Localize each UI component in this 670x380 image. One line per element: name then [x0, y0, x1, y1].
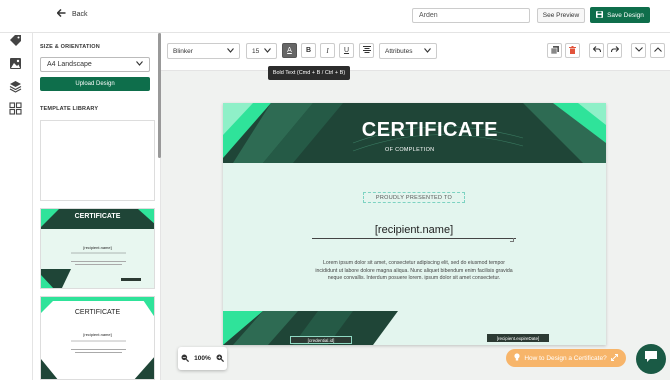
- chat-icon: [644, 350, 658, 368]
- chevron-down-icon: [136, 61, 143, 68]
- layers-icon[interactable]: [9, 80, 22, 93]
- size-orientation-heading: SIZE & ORIENTATION: [40, 44, 100, 50]
- recipient-name-field[interactable]: [recipient.name]: [312, 224, 516, 239]
- move-up-button[interactable]: [650, 43, 665, 58]
- zoom-level: 100%: [194, 355, 211, 362]
- font-size-value: 15: [252, 47, 260, 55]
- expire-date-field[interactable]: [recipient.expireDate]: [487, 334, 549, 342]
- presented-to-text[interactable]: PROUDLY PRESENTED TO: [363, 192, 465, 203]
- align-button[interactable]: [359, 43, 374, 58]
- size-orientation-select[interactable]: A4 Landscape: [40, 57, 150, 72]
- bold-tooltip: Bold Text (Cmd + B / Ctrl + B): [268, 66, 350, 80]
- text-color-icon: A: [287, 47, 292, 54]
- bold-icon: B: [305, 47, 312, 54]
- back-button[interactable]: Back: [56, 8, 88, 19]
- chat-button[interactable]: [636, 344, 666, 374]
- save-icon: [596, 10, 604, 20]
- design-name-input[interactable]: [412, 8, 530, 23]
- format-toolbar: Blinker 15 A B I U Attributes: [161, 33, 670, 71]
- zoom-in-icon[interactable]: [216, 354, 225, 364]
- attributes-label: Attributes: [385, 47, 413, 55]
- template-thumb-2-name: [recipient.name]: [83, 332, 112, 337]
- image-icon[interactable]: [9, 57, 22, 70]
- template-thumb-2[interactable]: CERTIFICATE [recipient.name]: [40, 296, 155, 380]
- template-thumb-1[interactable]: CERTIFICATE [recipient.name]: [40, 208, 155, 289]
- undo-button[interactable]: [589, 43, 604, 58]
- save-design-button[interactable]: Save Design: [590, 7, 650, 23]
- undo-icon: [592, 46, 601, 55]
- redo-button[interactable]: [607, 43, 622, 58]
- icon-rail: [0, 0, 33, 380]
- lightbulb-icon: [514, 353, 520, 363]
- italic-icon: I: [326, 46, 329, 55]
- attributes-select[interactable]: Attributes: [379, 43, 437, 59]
- certificate-title[interactable]: CERTIFICATE: [223, 119, 606, 142]
- certificate-subtitle[interactable]: OF COMPLETION: [385, 147, 434, 153]
- template-thumb-1-title: CERTIFICATE: [74, 213, 121, 220]
- template-thumb-2-title: CERTIFICATE: [74, 309, 121, 316]
- chevron-down-icon: [424, 47, 431, 55]
- bold-button[interactable]: B: [301, 43, 316, 58]
- left-panel: SIZE & ORIENTATION A4 Landscape Upload D…: [33, 33, 161, 380]
- certificate-header-band: CERTIFICATE OF COMPLETION: [223, 103, 606, 163]
- chevron-down-icon: [264, 47, 271, 55]
- see-preview-button[interactable]: See Preview: [537, 8, 585, 23]
- certificate-canvas[interactable]: CERTIFICATE OF COMPLETION PROUDLY PRESEN…: [223, 103, 606, 345]
- move-down-button[interactable]: [631, 43, 646, 58]
- font-size-select[interactable]: 15: [246, 43, 277, 59]
- template-library-heading: TEMPLATE LIBRARY: [40, 106, 99, 112]
- back-label: Back: [72, 10, 88, 18]
- font-family-select[interactable]: Blinker: [167, 43, 240, 59]
- align-center-icon: [362, 46, 371, 55]
- how-to-label: How to Design a Certificate?: [524, 354, 607, 362]
- arrow-left-icon: [56, 8, 66, 19]
- upload-design-button[interactable]: Upload Design: [40, 77, 150, 91]
- delete-button[interactable]: [565, 43, 580, 58]
- zoom-control: 100%: [178, 347, 227, 370]
- text-color-button[interactable]: A: [282, 43, 297, 58]
- grid-icon[interactable]: [9, 102, 22, 115]
- expand-icon: [610, 353, 618, 363]
- certificate-body-text[interactable]: Lorem ipsum dolor sit amet, consectetur …: [313, 260, 515, 283]
- template-thumb-blank[interactable]: [40, 120, 155, 201]
- trash-icon: [569, 45, 576, 56]
- copy-icon: [550, 45, 559, 56]
- size-value: A4 Landscape: [47, 61, 92, 68]
- chevron-down-icon: [227, 47, 234, 55]
- top-bar: Back See Preview Save Design: [0, 0, 670, 33]
- underline-icon: U: [343, 47, 350, 54]
- tag-icon[interactable]: [9, 34, 22, 47]
- font-family-value: Blinker: [173, 47, 193, 55]
- template-thumb-1-name: [recipient.name]: [83, 245, 112, 250]
- chevron-up-icon: [653, 47, 662, 54]
- italic-button[interactable]: I: [320, 43, 335, 58]
- resize-handle-icon[interactable]: [510, 238, 514, 242]
- zoom-out-icon[interactable]: [181, 354, 189, 364]
- how-to-design-button[interactable]: How to Design a Certificate?: [506, 349, 626, 367]
- underline-button[interactable]: U: [339, 43, 354, 58]
- redo-icon: [610, 46, 619, 55]
- duplicate-button[interactable]: [547, 43, 562, 58]
- chevron-down-icon: [634, 47, 643, 54]
- save-label: Save Design: [607, 11, 644, 19]
- credential-id-field[interactable]: [credential.id]: [290, 336, 352, 344]
